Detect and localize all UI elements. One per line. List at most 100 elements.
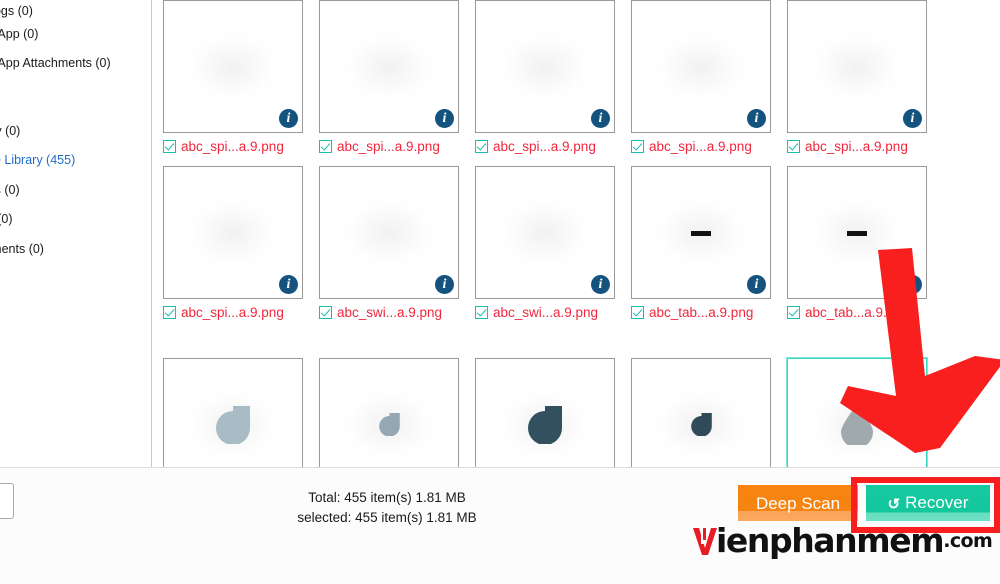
file-checkbox[interactable]	[475, 306, 488, 319]
file-caption[interactable]: abc_spi...a.9.png	[319, 139, 459, 157]
file-checkbox[interactable]	[631, 306, 644, 319]
file-name: abc_swi...a.9.png	[493, 305, 599, 320]
deep-scan-label: Deep Scan	[755, 493, 841, 513]
file-thumbnail[interactable]: i	[475, 166, 615, 299]
file-cell[interactable]: i abc_spi...a.9.png	[787, 0, 927, 157]
sidebar-item-label: Picture Library (455)	[0, 153, 76, 167]
info-icon[interactable]: i	[591, 109, 610, 128]
droplet-icon	[690, 413, 712, 441]
file-cell[interactable]	[475, 358, 615, 467]
file-thumbnail[interactable]: i	[787, 166, 927, 299]
info-icon[interactable]: i	[903, 275, 922, 294]
app-window: Call Logs (0) WhatsApp (0) WhatsApp Atta…	[0, 0, 1000, 584]
file-caption[interactable]: abc_swi...a.9.png	[475, 305, 615, 323]
file-cell[interactable]	[319, 358, 459, 467]
sidebar-item-whatsapp[interactable]: WhatsApp (0)	[0, 27, 152, 41]
file-thumbnail[interactable]: i	[163, 166, 303, 299]
file-thumbnail[interactable]	[475, 358, 615, 467]
select-all-checkbox[interactable]	[0, 483, 14, 519]
file-name: abc_spi...a.9.png	[181, 305, 284, 320]
sidebar-item-gallery[interactable]: Gallery (0)	[0, 124, 152, 138]
file-thumbnail[interactable]: i	[475, 0, 615, 133]
file-thumbnail[interactable]: i	[787, 0, 927, 133]
file-caption[interactable]: abc_spi...a.9.png	[163, 139, 303, 157]
selected-items-text: selected: 455 item(s) 1.81 MB	[297, 510, 477, 525]
file-caption[interactable]: abc_swi...a.9.png	[319, 305, 459, 323]
file-caption[interactable]: abc_spi...a.9.png	[163, 305, 303, 323]
file-checkbox[interactable]	[475, 140, 488, 153]
info-icon[interactable]: i	[435, 109, 454, 128]
deep-scan-button[interactable]: Deep Scan	[738, 485, 858, 521]
sidebar-item-label: Gallery (0)	[0, 124, 21, 138]
file-caption[interactable]: abc_spi...a.9.png	[475, 139, 615, 157]
file-cell[interactable]	[631, 358, 771, 467]
file-thumbnail[interactable]: i	[631, 0, 771, 133]
file-cell[interactable]: i abc_tab...a.9.png	[631, 166, 771, 323]
file-checkbox[interactable]	[163, 140, 176, 153]
file-cell[interactable]: i abc_spi...a.9.png	[163, 166, 303, 323]
file-checkbox[interactable]	[319, 140, 332, 153]
sidebar-item-call-logs[interactable]: Call Logs (0)	[0, 4, 152, 18]
info-icon[interactable]: i	[279, 109, 298, 128]
file-thumbnail[interactable]	[163, 358, 303, 467]
file-cell[interactable]: i abc_spi...a.9.png	[163, 0, 303, 157]
sidebar-item-label: WhatsApp Attachments (0)	[0, 56, 111, 70]
droplet-icon	[216, 405, 250, 449]
file-name: abc_spi...a.9.png	[337, 139, 440, 154]
file-cell[interactable]: i abc_tab...a.9.png	[787, 166, 927, 323]
info-icon[interactable]: i	[435, 275, 454, 294]
info-icon[interactable]: i	[591, 275, 610, 294]
droplet-icon	[378, 413, 400, 441]
info-icon[interactable]: i	[903, 109, 922, 128]
file-cell[interactable]	[787, 358, 927, 467]
file-caption[interactable]: abc_spi...a.9.png	[631, 139, 771, 157]
dash-icon	[691, 230, 711, 236]
file-name: abc_swi...a.9.png	[337, 305, 443, 320]
file-thumbnail[interactable]: i	[163, 0, 303, 133]
file-grid: i abc_spi...a.9.png i abc_spi...a.9.png i abc…	[152, 0, 1000, 467]
thumbnail-halo	[185, 196, 281, 269]
thumbnail-halo	[497, 196, 593, 269]
watermark-logo-icon	[692, 526, 718, 556]
watermark: ienphanmem.com	[692, 521, 993, 563]
droplet-icon	[841, 404, 873, 450]
file-cell[interactable]	[163, 358, 303, 467]
file-cell[interactable]: i abc_spi...a.9.png	[631, 0, 771, 157]
file-cell[interactable]: i abc_spi...a.9.png	[319, 0, 459, 157]
file-thumbnail[interactable]	[631, 358, 771, 467]
sidebar-item-picture-library[interactable]: Picture Library (455)	[0, 153, 152, 167]
file-checkbox[interactable]	[163, 306, 176, 319]
recover-button[interactable]: ↺ Recover	[866, 485, 990, 521]
sidebar-item-photos[interactable]: Photos (0)	[0, 183, 152, 197]
sidebar-item-whatsapp-attachments[interactable]: WhatsApp Attachments (0)	[0, 56, 152, 70]
file-name: abc_tab...a.9.png	[805, 305, 910, 320]
info-icon[interactable]: i	[747, 275, 766, 294]
droplet-icon	[528, 405, 562, 449]
file-cell[interactable]: i abc_spi...a.9.png	[475, 0, 615, 157]
file-name: abc_spi...a.9.png	[649, 139, 752, 154]
file-cell[interactable]: i abc_swi...a.9.png	[319, 166, 459, 323]
sidebar-item-video[interactable]: Video (0)	[0, 212, 152, 226]
sidebar-item-label: Video (0)	[0, 212, 13, 226]
file-checkbox[interactable]	[319, 306, 332, 319]
file-cell[interactable]: i abc_swi...a.9.png	[475, 166, 615, 323]
sidebar-item-label: WhatsApp (0)	[0, 27, 39, 41]
watermark-tld: .com	[943, 529, 993, 552]
file-thumbnail[interactable]	[319, 358, 459, 467]
sidebar-item-label: Call Logs (0)	[0, 4, 33, 18]
info-icon[interactable]: i	[279, 275, 298, 294]
file-checkbox[interactable]	[787, 140, 800, 153]
file-caption[interactable]: abc_tab...a.9.png	[631, 305, 771, 323]
file-thumbnail[interactable]: i	[631, 166, 771, 299]
file-thumbnail[interactable]: i	[319, 0, 459, 133]
file-checkbox[interactable]	[787, 306, 800, 319]
file-thumbnail[interactable]	[787, 358, 927, 467]
file-caption[interactable]: abc_spi...a.9.png	[787, 139, 927, 157]
file-checkbox[interactable]	[631, 140, 644, 153]
info-icon[interactable]: i	[747, 109, 766, 128]
file-name: abc_tab...a.9.png	[649, 305, 754, 320]
file-thumbnail[interactable]: i	[319, 166, 459, 299]
refresh-icon: ↺	[887, 496, 901, 513]
file-caption[interactable]: abc_tab...a.9.png	[787, 305, 927, 323]
sidebar-item-documents[interactable]: Documents (0)	[0, 242, 152, 256]
